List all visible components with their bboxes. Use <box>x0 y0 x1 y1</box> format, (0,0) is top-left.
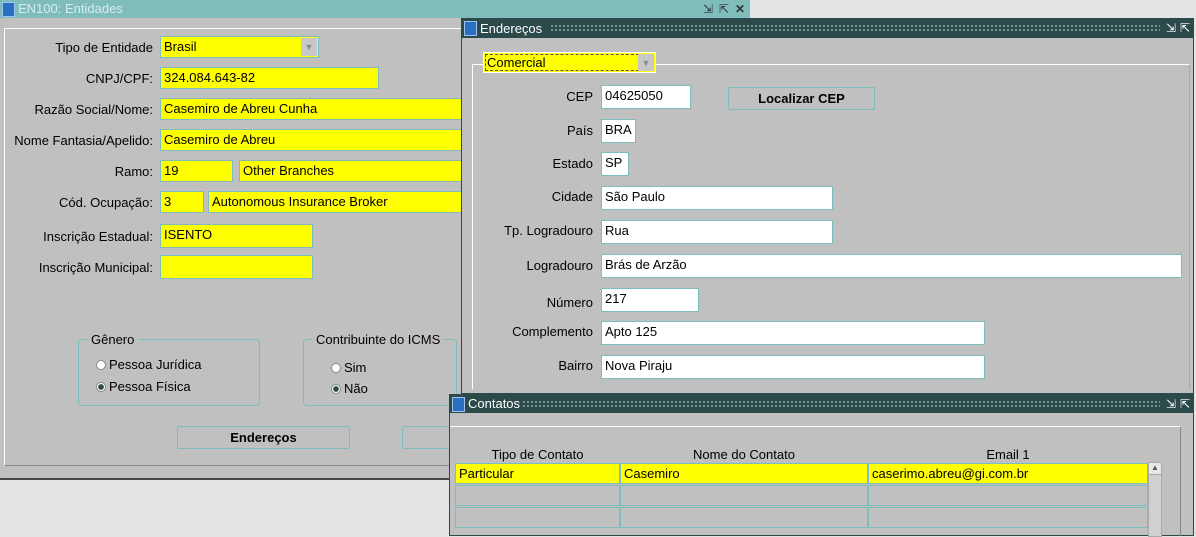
estado-label: Estado <box>552 156 593 171</box>
contato-cell[interactable]: Particular <box>455 463 620 484</box>
nome-fantasia-label: Nome Fantasia/Apelido: <box>14 133 153 148</box>
col-header-tipo: Tipo de Contato <box>491 447 584 462</box>
contato-cell[interactable] <box>620 507 868 528</box>
razao-social-field[interactable]: Casemiro de Abreu Cunha <box>160 98 470 120</box>
tipo-endereco-select[interactable]: Comercial ▼ <box>483 52 656 73</box>
pais-field[interactable]: BRA <box>601 119 636 143</box>
tipo-entidade-select[interactable]: Brasil ▼ <box>160 36 319 58</box>
radio-sim[interactable]: Sim <box>331 360 366 375</box>
localizar-cep-button[interactable]: Localizar CEP <box>728 87 875 110</box>
minimize-icon[interactable]: ⇲ <box>1166 395 1176 413</box>
minimize-icon[interactable]: ⇲ <box>703 0 713 18</box>
scrollbar[interactable]: ▲ <box>1148 462 1162 537</box>
contato-cell[interactable] <box>455 485 620 506</box>
radio-pessoa-fisica[interactable]: Pessoa Física <box>96 379 191 394</box>
window-title: EN100: Entidades <box>18 1 123 16</box>
contato-cell[interactable] <box>868 507 1148 528</box>
logradouro-label: Logradouro <box>526 258 594 273</box>
logradouro-field[interactable]: Brás de Arzão <box>601 254 1182 278</box>
contato-cell[interactable] <box>455 507 620 528</box>
title-bar-grip <box>550 24 1160 33</box>
app-icon <box>2 2 15 17</box>
numero-label: Número <box>546 295 593 310</box>
radio-label: Não <box>344 381 368 396</box>
contato-cell[interactable]: Casemiro <box>620 463 868 484</box>
radio-nao[interactable]: Não <box>331 381 368 396</box>
razao-social-label: Razão Social/Nome: <box>34 102 154 117</box>
cnpj-label: CNPJ/CPF: <box>85 71 153 86</box>
enderecos-button[interactable]: Endereços <box>177 426 350 449</box>
enderecos-window: Endereços ⇲ ⇱ Comercial ▼ Localizar CEP C… <box>461 18 1194 394</box>
inscricao-municipal-field[interactable] <box>160 255 313 279</box>
contato-cell[interactable] <box>620 485 868 506</box>
ramo-code-field[interactable]: 19 <box>160 160 233 182</box>
app-icon <box>452 397 465 412</box>
cnpj-field[interactable]: 324.084.643-82 <box>160 67 379 89</box>
contatos-window: Contatos ⇲ ⇱ Tipo de Contato Nome do Con… <box>449 394 1194 537</box>
radio-label: Pessoa Física <box>109 379 191 394</box>
tipo-endereco-value: Comercial <box>487 55 546 70</box>
app-icon <box>464 21 477 36</box>
contatos-title-bar: Contatos ⇲ ⇱ <box>450 395 1193 413</box>
ramo-desc-field[interactable]: Other Branches <box>239 160 470 182</box>
contato-cell[interactable] <box>868 485 1148 506</box>
complemento-field[interactable]: Apto 125 <box>601 321 985 345</box>
pais-label: País <box>566 123 593 138</box>
icms-group: Contribuinte do ICMS Sim Não <box>303 332 457 406</box>
cidade-label: Cidade <box>551 189 593 204</box>
col-header-nome: Nome do Contato <box>693 447 795 462</box>
entidades-title-bar: EN100: Entidades ⇲ ⇱ ✕ <box>0 0 750 18</box>
genero-group: Gênero Pessoa Jurídica Pessoa Física <box>78 332 260 406</box>
ramo-label: Ramo: <box>114 164 153 179</box>
tipo-entidade-value: Brasil <box>164 39 197 54</box>
ocupacao-label: Cód. Ocupação: <box>59 195 153 210</box>
enderecos-title-bar: Endereços ⇲ ⇱ <box>462 19 1193 38</box>
maximize-icon[interactable]: ⇱ <box>719 0 729 18</box>
tp-logradouro-field[interactable]: Rua <box>601 220 833 244</box>
cidade-field[interactable]: São Paulo <box>601 186 833 210</box>
title-bar-grip <box>522 400 1160 409</box>
inscricao-estadual-field[interactable]: ISENTO <box>160 224 313 248</box>
minimize-icon[interactable]: ⇲ <box>1166 19 1176 38</box>
tp-logradouro-label: Tp. Logradouro <box>504 223 593 238</box>
radio-label: Pessoa Jurídica <box>109 357 202 372</box>
cep-field[interactable]: 04625050 <box>601 85 691 109</box>
bairro-label: Bairro <box>558 358 593 373</box>
col-header-email: Email 1 <box>986 447 1030 462</box>
inscricao-municipal-label: Inscrição Municipal: <box>38 260 153 275</box>
maximize-icon[interactable]: ⇱ <box>1180 395 1190 413</box>
radio-label: Sim <box>344 360 367 375</box>
contato-cell[interactable]: caserimo.abreu@gi.com.br <box>868 463 1148 484</box>
cep-label: CEP <box>566 89 593 104</box>
inscricao-estadual-label: Inscrição Estadual: <box>43 229 153 244</box>
contatos-title: Contatos <box>468 396 521 411</box>
complemento-label: Complemento <box>512 324 593 339</box>
scroll-up-icon[interactable]: ▲ <box>1149 463 1161 475</box>
chevron-down-icon[interactable]: ▼ <box>301 38 317 56</box>
bairro-field[interactable]: Nova Piraju <box>601 355 985 379</box>
close-icon[interactable]: ✕ <box>735 0 745 18</box>
nome-fantasia-field[interactable]: Casemiro de Abreu <box>160 129 470 151</box>
icms-title: Contribuinte do ICMS <box>312 332 445 347</box>
chevron-down-icon[interactable]: ▼ <box>638 54 654 71</box>
estado-field[interactable]: SP <box>601 152 629 176</box>
ocupacao-code-field[interactable]: 3 <box>160 191 204 213</box>
genero-title: Gênero <box>87 332 139 347</box>
ocupacao-desc-field[interactable]: Autonomous Insurance Broker <box>208 191 470 213</box>
tipo-entidade-label: Tipo de Entidade <box>55 40 153 55</box>
radio-pessoa-juridica[interactable]: Pessoa Jurídica <box>96 357 202 372</box>
enderecos-title: Endereços <box>480 21 543 36</box>
numero-field[interactable]: 217 <box>601 288 699 312</box>
maximize-icon[interactable]: ⇱ <box>1180 19 1190 38</box>
